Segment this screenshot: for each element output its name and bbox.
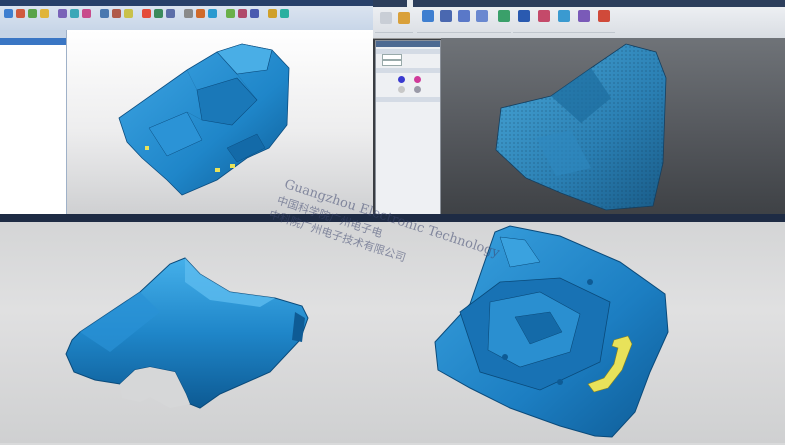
remove-icon	[598, 10, 610, 22]
right-status-bar	[373, 214, 785, 222]
right-title-bar	[373, 0, 785, 7]
white-sphere-icon[interactable]	[398, 86, 405, 93]
select-icon	[380, 12, 392, 24]
left-ribbon-toolbar	[0, 0, 373, 31]
mesh-tool-icon[interactable]	[70, 9, 79, 18]
tip-icon	[518, 10, 530, 22]
left-3d-viewport[interactable]	[67, 30, 373, 214]
select-tool-icon[interactable]	[124, 9, 133, 18]
dialog-row	[376, 60, 440, 66]
remove-tool[interactable]	[593, 10, 615, 23]
export-tool-icon[interactable]	[40, 9, 49, 18]
triangle-mesh-icon	[422, 10, 434, 22]
grey-sphere-icon[interactable]	[414, 86, 421, 93]
tree-item[interactable]	[0, 38, 66, 45]
properties-dialog	[375, 40, 441, 218]
scan-tool-icon[interactable]	[100, 9, 109, 18]
seat-mesh-model	[495, 43, 667, 211]
model-manager-panel	[0, 30, 67, 214]
help-tool-icon[interactable]	[280, 9, 289, 18]
save-tool-icon[interactable]	[16, 9, 25, 18]
merge-icon	[578, 10, 590, 22]
panel-title	[0, 30, 66, 38]
seat-cushion-part	[65, 257, 309, 409]
delete-tool-icon[interactable]	[112, 9, 121, 18]
fill-holes-icon	[498, 10, 510, 22]
repair-tool[interactable]	[533, 10, 555, 23]
left-title-bar	[0, 0, 373, 6]
tree-item[interactable]	[0, 45, 66, 52]
view-tool-icon[interactable]	[166, 9, 175, 18]
fill-holes-tool[interactable]	[493, 10, 515, 23]
smooth-icon	[476, 10, 488, 22]
tool-group-label	[375, 32, 413, 38]
repair-icon	[538, 10, 550, 22]
right-app-window	[373, 0, 785, 222]
tab[interactable]	[423, 0, 429, 7]
smooth-tool[interactable]	[471, 10, 493, 23]
seat-scan-model	[118, 43, 290, 196]
merge-tool[interactable]	[573, 10, 595, 23]
measure-tool-icon[interactable]	[82, 9, 91, 18]
settings-tool-icon[interactable]	[184, 9, 193, 18]
report-tool-icon[interactable]	[268, 9, 277, 18]
surface-tool-icon[interactable]	[250, 9, 259, 18]
right-ribbon-toolbar	[373, 0, 785, 39]
tab[interactable]	[439, 0, 445, 7]
simplify-icon	[458, 10, 470, 22]
mold-part	[434, 225, 669, 438]
curve-tool-icon[interactable]	[238, 9, 247, 18]
right-3d-viewport[interactable]	[441, 38, 785, 216]
tab-active[interactable]	[407, 0, 413, 7]
dialog-title	[376, 41, 440, 47]
dialog-row[interactable]	[376, 108, 440, 114]
refine-icon	[440, 10, 452, 22]
align-tool-icon[interactable]	[58, 9, 67, 18]
render-tool-icon[interactable]	[196, 9, 205, 18]
magenta-sphere-icon[interactable]	[414, 76, 421, 83]
open-tool-icon[interactable]	[4, 9, 13, 18]
value-input[interactable]	[382, 60, 402, 66]
filter-tool[interactable]	[393, 12, 415, 25]
tab[interactable]	[375, 0, 381, 7]
sharpen-tool[interactable]	[553, 10, 575, 23]
color-tool-icon[interactable]	[142, 9, 151, 18]
fill-tool-icon[interactable]	[154, 9, 163, 18]
tab[interactable]	[391, 0, 397, 7]
tip-tool[interactable]	[513, 10, 535, 23]
light-tool-icon[interactable]	[208, 9, 217, 18]
filter-icon	[398, 12, 410, 24]
color-options	[376, 73, 440, 95]
point-tool-icon[interactable]	[226, 9, 235, 18]
import-tool-icon[interactable]	[28, 9, 37, 18]
blue-sphere-icon[interactable]	[398, 76, 405, 83]
sharpen-icon	[558, 10, 570, 22]
